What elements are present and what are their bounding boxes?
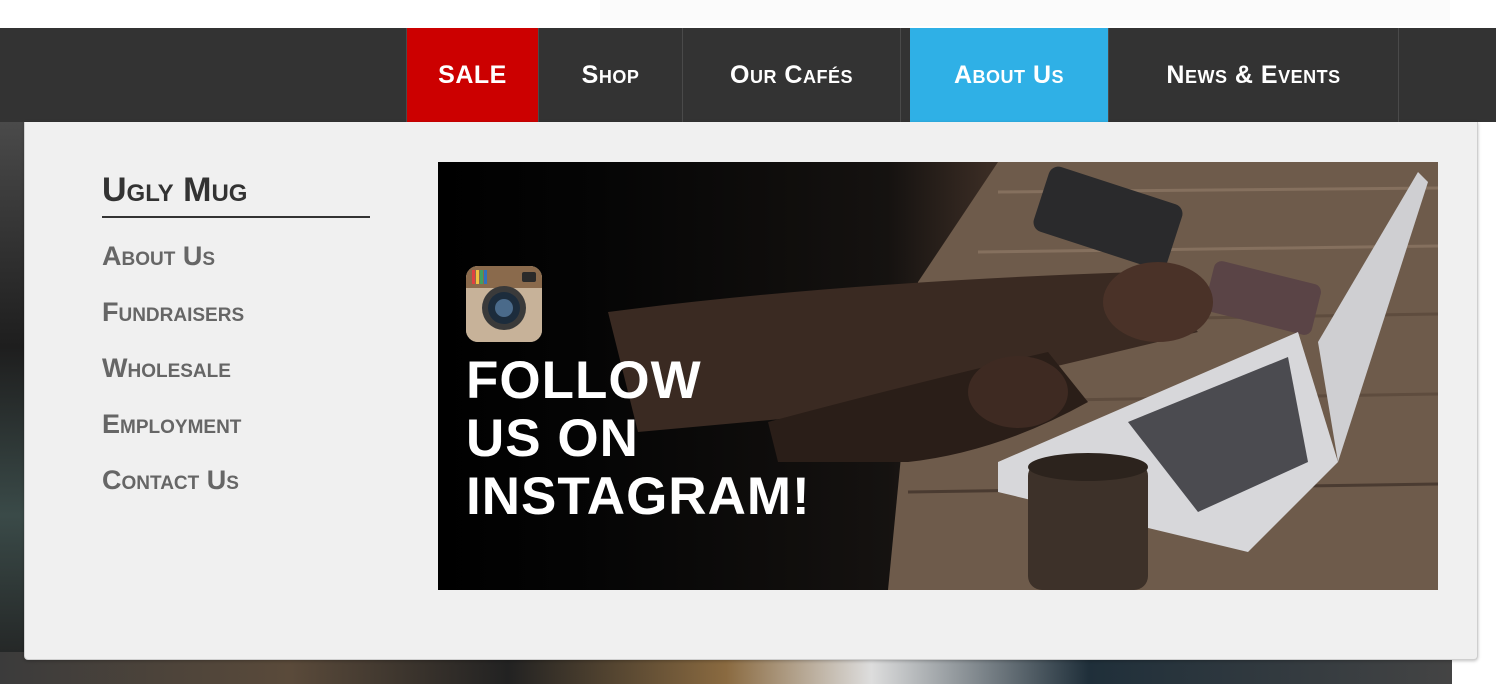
nav-about-us[interactable]: About Us — [910, 28, 1109, 122]
nav-shop[interactable]: Shop — [539, 28, 683, 122]
dropdown-links: About Us Fundraisers Wholesale Employmen… — [102, 234, 244, 514]
link-about-us[interactable]: About Us — [102, 234, 244, 290]
nav-our-cafes[interactable]: Our Cafés — [683, 28, 901, 122]
nav-sale[interactable]: SALE — [406, 28, 539, 122]
main-navbar: SALE Shop Our Cafés About Us News & Even… — [0, 28, 1496, 122]
top-strip — [0, 0, 1496, 28]
link-contact-us[interactable]: Contact Us — [102, 458, 244, 514]
promo-line-1: FOLLOW — [466, 351, 702, 410]
promo-line-2: US ON — [466, 409, 639, 468]
link-wholesale[interactable]: Wholesale — [102, 346, 244, 402]
promo-line-3: INSTAGRAM! — [466, 467, 811, 526]
about-dropdown-menu: Ugly Mug About Us Fundraisers Wholesale … — [24, 122, 1478, 660]
nav-news-events[interactable]: News & Events — [1109, 28, 1399, 122]
link-employment[interactable]: Employment — [102, 402, 244, 458]
link-fundraisers[interactable]: Fundraisers — [102, 290, 244, 346]
instagram-promo-banner[interactable]: FOLLOW US ON INSTAGRAM! — [438, 162, 1438, 590]
promo-text: FOLLOW US ON INSTAGRAM! — [466, 352, 811, 526]
instagram-icon — [466, 266, 542, 342]
dropdown-title: Ugly Mug — [102, 170, 370, 218]
